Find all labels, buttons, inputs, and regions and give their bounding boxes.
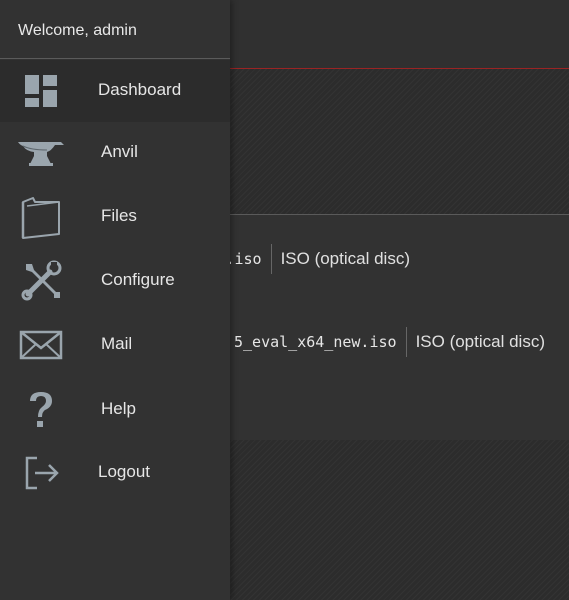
wrench-screwdriver-icon: [16, 256, 66, 306]
anvil-icon: [16, 128, 66, 178]
menu-item-files[interactable]: Files: [0, 186, 230, 248]
file-type: ISO (optical disc): [270, 244, 410, 274]
menu-item-help[interactable]: Help: [0, 379, 230, 441]
menu-item-label: Anvil: [101, 142, 138, 161]
menu-item-label: Logout: [98, 462, 150, 481]
menu-item-label: Help: [101, 399, 136, 418]
folder-icon: [16, 192, 66, 242]
help-icon: [16, 385, 66, 435]
file-name[interactable]: .iso: [225, 250, 270, 268]
dashboard-icon: [16, 66, 66, 116]
file-row[interactable]: .iso ISO (optical disc): [225, 244, 410, 274]
file-type: ISO (optical disc): [405, 327, 545, 357]
menu-item-configure[interactable]: Configure: [0, 250, 230, 312]
welcome-text: Welcome, admin: [0, 0, 230, 59]
menu-item-anvil[interactable]: Anvil: [0, 122, 230, 184]
file-row[interactable]: 5_eval_x64_new.iso ISO (optical disc): [234, 327, 545, 357]
menu-item-label: Dashboard: [98, 80, 182, 99]
mail-icon: [16, 320, 66, 370]
menu-item-logout[interactable]: Logout: [0, 442, 230, 504]
menu-item-label: Configure: [101, 270, 175, 289]
navigation-drawer: Welcome, admin Dashboard Anvil Files Con…: [0, 0, 230, 600]
menu-item-mail[interactable]: Mail: [0, 314, 230, 376]
menu-item-label: Mail: [101, 334, 133, 353]
menu-item-dashboard[interactable]: Dashboard: [0, 60, 230, 122]
file-name[interactable]: 5_eval_x64_new.iso: [234, 333, 406, 351]
menu-item-label: Files: [101, 206, 137, 225]
logout-icon: [16, 448, 66, 498]
